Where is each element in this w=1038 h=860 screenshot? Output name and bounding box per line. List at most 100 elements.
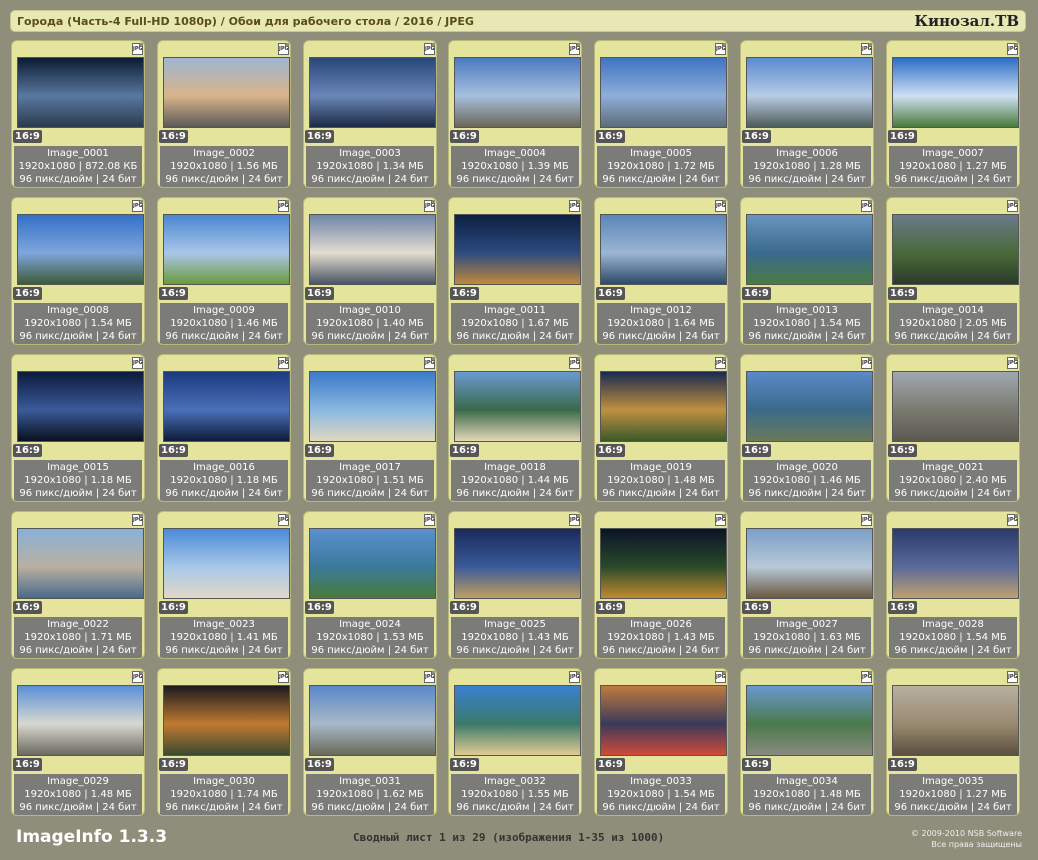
jpg-file-icon: JPG — [861, 514, 872, 526]
thumbnail-image[interactable] — [17, 685, 144, 756]
thumbnail-image[interactable] — [163, 57, 290, 128]
thumbnail-image[interactable] — [892, 685, 1019, 756]
jpg-file-icon: JPG — [424, 357, 435, 369]
jpg-file-icon: JPG — [1007, 514, 1018, 526]
thumbnail-card[interactable]: JPG 16:9 Image_0013 1920x1080 | 1.54 МБ 96 п… — [740, 197, 874, 345]
thumbnail-image[interactable] — [454, 371, 581, 442]
thumbnail-card[interactable]: JPG 16:9 Image_0003 1920x1080 | 1.34 МБ 96 п… — [303, 40, 437, 188]
thumbnail-card[interactable]: JPG 16:9 Image_0029 1920x1080 | 1.48 МБ 96 п… — [11, 668, 145, 816]
thumbnail-card[interactable]: JPG 16:9 Image_0021 1920x1080 | 2.40 МБ 96 п… — [886, 354, 1020, 502]
jpg-file-icon: JPG — [132, 514, 143, 526]
thumbnail-image[interactable] — [454, 685, 581, 756]
thumbnail-image[interactable] — [454, 214, 581, 285]
thumbnail-image[interactable] — [309, 528, 436, 599]
thumbnail-card[interactable]: JPG 16:9 Image_0027 1920x1080 | 1.63 МБ 96 п… — [740, 511, 874, 659]
thumbnail-card[interactable]: JPG 16:9 Image_0028 1920x1080 | 1.54 МБ 96 п… — [886, 511, 1020, 659]
thumbnail-image[interactable] — [309, 214, 436, 285]
thumbnail-card[interactable]: JPG 16:9 Image_0016 1920x1080 | 1.18 МБ 96 п… — [157, 354, 291, 502]
thumbnail-image[interactable] — [746, 57, 873, 128]
thumbnail-image[interactable] — [746, 685, 873, 756]
thumbnail-image[interactable] — [600, 685, 727, 756]
thumbnail-image[interactable] — [309, 371, 436, 442]
image-name: Image_0025 — [484, 619, 546, 630]
thumbnail-card[interactable]: JPG 16:9 Image_0035 1920x1080 | 1.27 МБ 96 п… — [886, 668, 1020, 816]
thumbnail-image[interactable] — [309, 685, 436, 756]
thumbnail-card[interactable]: JPG 16:9 Image_0030 1920x1080 | 1.74 МБ 96 п… — [157, 668, 291, 816]
image-name: Image_0012 — [630, 305, 692, 316]
image-info-panel: Image_0011 1920x1080 | 1.67 МБ 96 пикс/дюй… — [451, 303, 579, 344]
thumbnail-card[interactable]: JPG 16:9 Image_0007 1920x1080 | 1.27 МБ 96 п… — [886, 40, 1020, 188]
thumbnail-image[interactable] — [163, 214, 290, 285]
brand-logo: Кинозал.ТВ — [914, 12, 1019, 30]
thumbnail-image[interactable] — [309, 57, 436, 128]
thumbnail-card[interactable]: JPG 16:9 Image_0034 1920x1080 | 1.48 МБ 96 п… — [740, 668, 874, 816]
jpg-file-icon: JPG — [424, 514, 435, 526]
image-info-panel: Image_0015 1920x1080 | 1.18 МБ 96 пикс/дюй… — [14, 460, 142, 501]
thumbnail-card[interactable]: JPG 16:9 Image_0023 1920x1080 | 1.41 МБ 96 п… — [157, 511, 291, 659]
thumbnail-image[interactable] — [17, 528, 144, 599]
thumbnail-image[interactable] — [600, 371, 727, 442]
image-info-panel: Image_0014 1920x1080 | 2.05 МБ 96 пикс/дюй… — [889, 303, 1017, 344]
thumbnail-card[interactable]: JPG 16:9 Image_0015 1920x1080 | 1.18 МБ 96 п… — [11, 354, 145, 502]
image-info-panel: Image_0035 1920x1080 | 1.27 МБ 96 пикс/дюй… — [889, 774, 1017, 815]
thumbnail-card[interactable]: JPG 16:9 Image_0033 1920x1080 | 1.54 МБ 96 п… — [594, 668, 728, 816]
thumbnail-image[interactable] — [454, 528, 581, 599]
image-info-panel: Image_0010 1920x1080 | 1.40 МБ 96 пикс/дюй… — [306, 303, 434, 344]
thumbnail-image[interactable] — [892, 57, 1019, 128]
thumbnail-image[interactable] — [746, 214, 873, 285]
thumbnail-image[interactable] — [746, 528, 873, 599]
thumbnail-image[interactable] — [17, 214, 144, 285]
image-name: Image_0003 — [339, 148, 401, 159]
thumbnail-image[interactable] — [163, 371, 290, 442]
thumbnail-card[interactable]: JPG 16:9 Image_0018 1920x1080 | 1.44 МБ 96 п… — [448, 354, 582, 502]
thumbnail-card[interactable]: JPG 16:9 Image_0022 1920x1080 | 1.71 МБ 96 п… — [11, 511, 145, 659]
thumbnail-card[interactable]: JPG 16:9 Image_0002 1920x1080 | 1.56 МБ 96 п… — [157, 40, 291, 188]
thumbnail-image[interactable] — [600, 528, 727, 599]
thumbnail-card[interactable]: JPG 16:9 Image_0024 1920x1080 | 1.53 МБ 96 п… — [303, 511, 437, 659]
thumbnail-image[interactable] — [17, 371, 144, 442]
thumbnail-card[interactable]: JPG 16:9 Image_0004 1920x1080 | 1.39 МБ 96 п… — [448, 40, 582, 188]
thumbnail-image[interactable] — [163, 528, 290, 599]
image-name: Image_0027 — [776, 619, 838, 630]
thumbnail-card[interactable]: JPG 16:9 Image_0011 1920x1080 | 1.67 МБ 96 п… — [448, 197, 582, 345]
thumbnail-image[interactable] — [163, 685, 290, 756]
thumbnail-card[interactable]: JPG 16:9 Image_0026 1920x1080 | 1.43 МБ 96 п… — [594, 511, 728, 659]
image-resolution-depth: 96 пикс/дюйм | 24 бит — [311, 645, 429, 656]
thumbnail-card[interactable]: JPG 16:9 Image_0008 1920x1080 | 1.54 МБ 96 п… — [11, 197, 145, 345]
jpg-file-icon: JPG — [569, 357, 580, 369]
thumbnail-image[interactable] — [600, 214, 727, 285]
thumbnail-card[interactable]: JPG 16:9 Image_0017 1920x1080 | 1.51 МБ 96 п… — [303, 354, 437, 502]
image-resolution-depth: 96 пикс/дюйм | 24 бит — [165, 174, 283, 185]
thumbnail-card[interactable]: JPG 16:9 Image_0020 1920x1080 | 1.46 МБ 96 п… — [740, 354, 874, 502]
thumbnail-card[interactable]: JPG 16:9 Image_0001 1920x1080 | 872.08 КБ 96… — [11, 40, 145, 188]
thumbnail-image[interactable] — [892, 371, 1019, 442]
image-resolution-depth: 96 пикс/дюйм | 24 бит — [165, 331, 283, 342]
thumbnail-card[interactable]: JPG 16:9 Image_0009 1920x1080 | 1.46 МБ 96 п… — [157, 197, 291, 345]
thumbnail-image[interactable] — [17, 57, 144, 128]
thumbnail-card[interactable]: JPG 16:9 Image_0031 1920x1080 | 1.62 МБ 96 п… — [303, 668, 437, 816]
thumbnail-card[interactable]: JPG 16:9 Image_0005 1920x1080 | 1.72 МБ 96 п… — [594, 40, 728, 188]
thumbnail-image[interactable] — [454, 57, 581, 128]
image-dimensions-size: 1920x1080 | 1.63 МБ — [753, 632, 861, 643]
thumbnail-card[interactable]: JPG 16:9 Image_0025 1920x1080 | 1.43 МБ 96 п… — [448, 511, 582, 659]
jpg-file-icon: JPG — [715, 43, 726, 55]
thumbnail-image[interactable] — [892, 528, 1019, 599]
image-info-panel: Image_0025 1920x1080 | 1.43 МБ 96 пикс/дюй… — [451, 617, 579, 658]
image-dimensions-size: 1920x1080 | 2.05 МБ — [899, 318, 1007, 329]
image-info-panel: Image_0023 1920x1080 | 1.41 МБ 96 пикс/дюй… — [160, 617, 288, 658]
jpg-file-icon: JPG — [569, 43, 580, 55]
image-dimensions-size: 1920x1080 | 1.46 МБ — [170, 318, 278, 329]
thumbnail-card[interactable]: JPG 16:9 Image_0012 1920x1080 | 1.64 МБ 96 п… — [594, 197, 728, 345]
thumbnail-image[interactable] — [746, 371, 873, 442]
thumbnail-card[interactable]: JPG 16:9 Image_0019 1920x1080 | 1.48 МБ 96 п… — [594, 354, 728, 502]
aspect-ratio-badge: 16:9 — [450, 758, 479, 771]
thumbnail-image[interactable] — [600, 57, 727, 128]
aspect-ratio-badge: 16:9 — [596, 601, 625, 614]
image-dimensions-size: 1920x1080 | 1.62 МБ — [316, 789, 424, 800]
thumbnail-card[interactable]: JPG 16:9 Image_0010 1920x1080 | 1.40 МБ 96 п… — [303, 197, 437, 345]
thumbnail-card[interactable]: JPG 16:9 Image_0006 1920x1080 | 1.28 МБ 96 п… — [740, 40, 874, 188]
thumbnail-card[interactable]: JPG 16:9 Image_0014 1920x1080 | 2.05 МБ 96 п… — [886, 197, 1020, 345]
thumbnail-image[interactable] — [892, 214, 1019, 285]
thumbnail-card[interactable]: JPG 16:9 Image_0032 1920x1080 | 1.55 МБ 96 п… — [448, 668, 582, 816]
image-resolution-depth: 96 пикс/дюйм | 24 бит — [748, 802, 866, 813]
